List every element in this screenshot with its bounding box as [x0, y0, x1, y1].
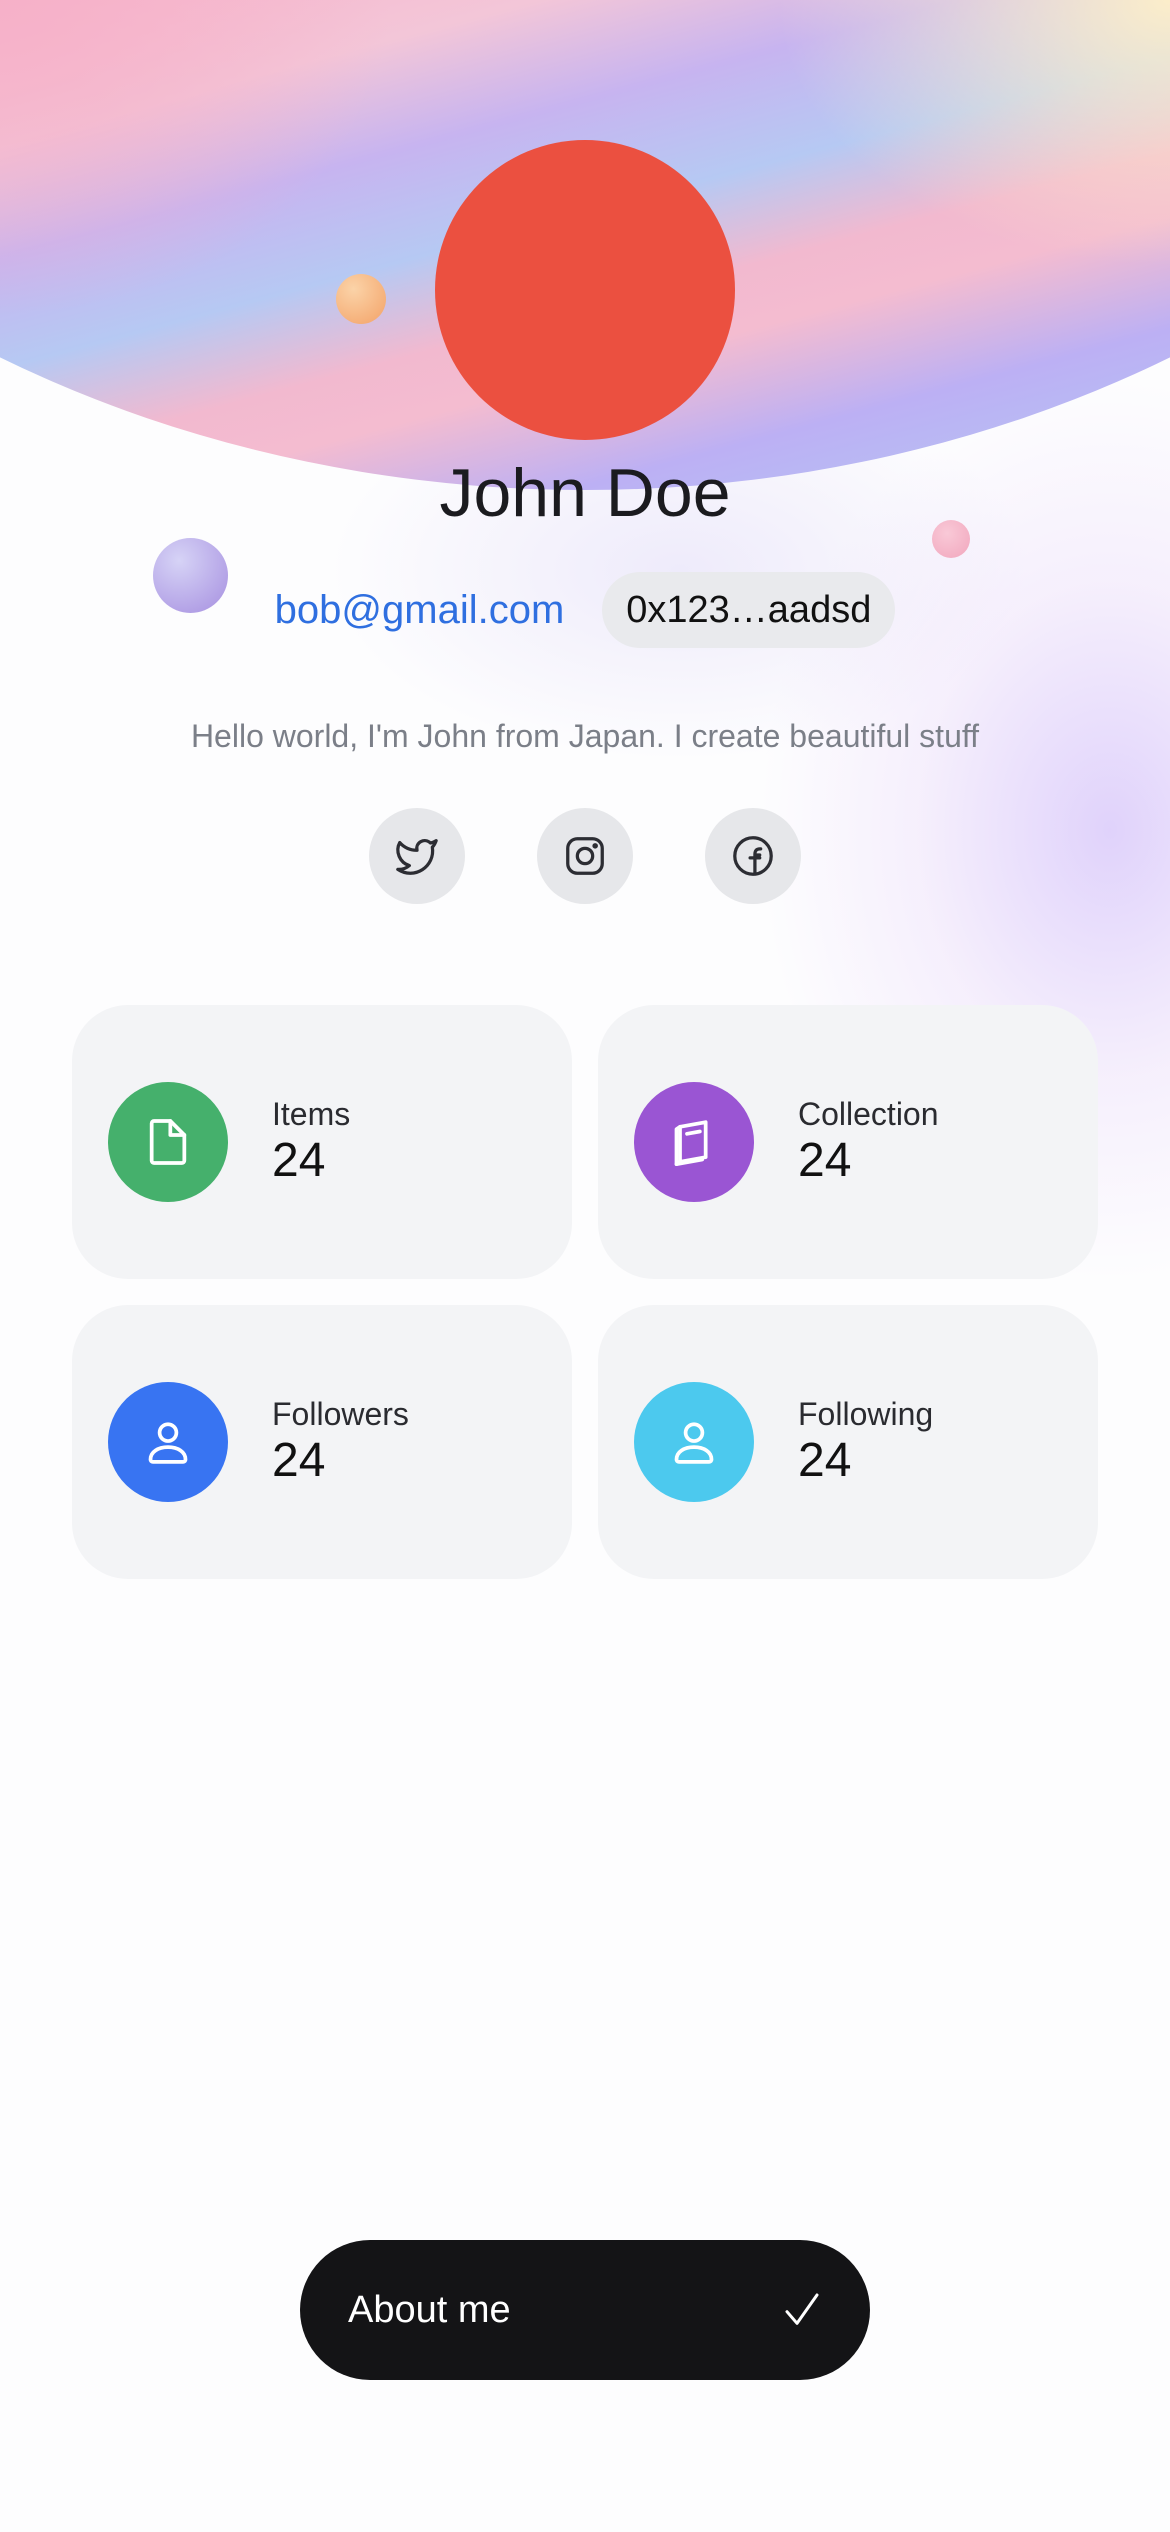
stat-icon-badge	[634, 1082, 754, 1202]
stat-label: Following	[798, 1396, 934, 1432]
book-icon	[674, 1120, 708, 1167]
profile-name: John Doe	[439, 455, 731, 531]
stat-icon-badge	[634, 1382, 754, 1502]
stat-value: 24	[272, 1134, 326, 1187]
stat-value: 24	[798, 1134, 852, 1187]
wallet-address: 0x123…aadsd	[626, 588, 872, 631]
check-icon	[785, 2293, 819, 2325]
about-me-button[interactable]: About me	[300, 2240, 870, 2380]
stat-icon-badge	[108, 1082, 228, 1202]
stat-label: Collection	[798, 1096, 939, 1132]
user-icon	[148, 1422, 188, 1464]
twitter-button[interactable]	[369, 808, 465, 904]
wallet-address-badge[interactable]: 0x123…aadsd	[602, 572, 896, 648]
stat-card-following[interactable]: Following 24	[598, 1305, 1098, 1579]
avatar[interactable]	[435, 140, 735, 440]
facebook-button[interactable]	[705, 808, 801, 904]
stat-label: Followers	[272, 1396, 409, 1432]
decorative-orb	[336, 274, 386, 324]
contact-row: bob@gmail.com 0x123…aadsd	[0, 572, 1170, 648]
stat-card-followers[interactable]: Followers 24	[72, 1305, 572, 1579]
email-link[interactable]: bob@gmail.com	[275, 588, 565, 633]
stat-card-items[interactable]: Items 24	[72, 1005, 572, 1279]
stat-label: Items	[272, 1096, 351, 1132]
stat-icon-badge	[108, 1382, 228, 1502]
about-me-label: About me	[348, 2288, 511, 2331]
stat-card-collection[interactable]: Collection 24	[598, 1005, 1098, 1279]
user-icon	[674, 1422, 714, 1464]
profile-bio: Hello world, I'm John from Japan. I crea…	[190, 718, 980, 754]
instagram-icon	[566, 837, 604, 875]
stat-value: 24	[272, 1434, 326, 1487]
file-icon	[149, 1119, 187, 1165]
stat-value: 24	[798, 1434, 852, 1487]
instagram-button[interactable]	[537, 808, 633, 904]
facebook-icon	[733, 836, 773, 876]
social-links	[0, 808, 1170, 904]
stats-grid: Items 24 Collection 24 Followers 24 Foll…	[72, 1005, 1098, 1579]
twitter-icon	[396, 839, 438, 875]
